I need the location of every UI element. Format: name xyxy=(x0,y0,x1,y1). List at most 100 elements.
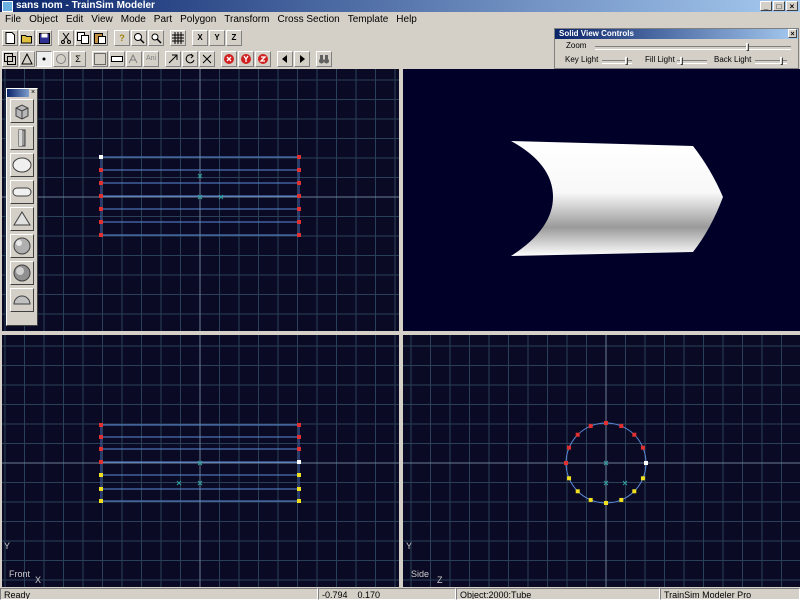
text-icon[interactable] xyxy=(126,51,142,67)
menu-file[interactable]: File xyxy=(2,12,26,27)
align-z-icon[interactable]: Z xyxy=(226,30,242,46)
minimize-button[interactable]: _ xyxy=(760,1,772,11)
viewport-solid[interactable] xyxy=(403,69,800,331)
key-light-slider-thumb[interactable] xyxy=(625,57,628,65)
menu-template[interactable]: Template xyxy=(345,12,394,27)
cone-icon[interactable] xyxy=(10,207,34,231)
vertex xyxy=(99,473,103,477)
ruler-icon[interactable] xyxy=(109,51,125,67)
side-view-label: Side xyxy=(411,569,430,579)
point-icon[interactable] xyxy=(36,51,52,67)
vertex xyxy=(575,489,580,494)
binoculars-icon[interactable] xyxy=(316,51,332,67)
menu-part[interactable]: Part xyxy=(151,12,177,27)
vertex xyxy=(297,487,301,491)
vertex xyxy=(297,207,301,211)
vertex xyxy=(567,476,572,481)
open-icon[interactable] xyxy=(19,30,35,46)
viewport-top[interactable] xyxy=(2,69,399,331)
front-view-canvas[interactable] xyxy=(2,335,399,587)
status-coords: -0.794 0.170 xyxy=(318,588,456,600)
tube-solid xyxy=(511,141,723,256)
scale-icon[interactable] xyxy=(199,51,215,67)
align-x-icon[interactable]: X xyxy=(192,30,208,46)
vertex xyxy=(99,435,103,439)
rotate-icon[interactable] xyxy=(182,51,198,67)
menu-object[interactable]: Object xyxy=(26,12,63,27)
select-box-icon[interactable] xyxy=(2,51,18,67)
vertex xyxy=(297,194,301,198)
select-dots-icon[interactable] xyxy=(92,51,108,67)
sphere-icon[interactable] xyxy=(10,234,34,258)
box-icon[interactable] xyxy=(10,99,34,123)
vertex xyxy=(567,445,572,450)
vertex xyxy=(575,432,580,437)
menu-transform[interactable]: Transform xyxy=(221,12,274,27)
palette-close-icon[interactable]: × xyxy=(29,89,37,97)
save-icon[interactable] xyxy=(36,30,52,46)
vertex xyxy=(99,181,103,185)
fill-light-slider[interactable] xyxy=(677,57,707,65)
hemisphere-icon[interactable] xyxy=(10,261,34,285)
viewport-front[interactable] xyxy=(2,335,399,587)
new-icon[interactable] xyxy=(2,30,18,46)
back-light-slider[interactable] xyxy=(755,57,787,65)
menu-polygon[interactable]: Polygon xyxy=(177,12,221,27)
zoom-out-icon[interactable] xyxy=(148,30,164,46)
viewport-side[interactable] xyxy=(403,335,800,587)
side-view-canvas[interactable] xyxy=(403,335,800,587)
arrow-icon[interactable] xyxy=(165,51,181,67)
next-icon[interactable] xyxy=(294,51,310,67)
circle-icon[interactable] xyxy=(53,51,69,67)
top-view-canvas[interactable] xyxy=(2,69,399,331)
vertex xyxy=(99,233,103,237)
zoom-slider[interactable] xyxy=(595,43,791,51)
close-icon[interactable]: × xyxy=(788,29,797,38)
toolbar-edit: Σ Ani xyxy=(2,49,333,69)
stop-y-icon[interactable] xyxy=(238,51,254,67)
vertex xyxy=(297,220,301,224)
copy-icon[interactable] xyxy=(75,30,91,46)
vertex xyxy=(99,168,103,172)
vertex xyxy=(297,435,301,439)
capsule-icon[interactable] xyxy=(10,180,34,204)
front-view-label: Front xyxy=(9,569,31,579)
prev-icon[interactable] xyxy=(277,51,293,67)
solid-view-canvas[interactable] xyxy=(403,69,800,331)
grid-icon[interactable] xyxy=(170,30,186,46)
toolbar-main: ? X Y Z xyxy=(2,28,243,48)
side-axis-z: Z xyxy=(437,575,443,585)
maximize-button[interactable]: □ xyxy=(773,1,785,11)
zoom-slider-thumb[interactable] xyxy=(746,43,749,51)
align-y-icon[interactable]: Y xyxy=(209,30,225,46)
cut-icon[interactable] xyxy=(58,30,74,46)
vertex xyxy=(564,461,568,465)
stop-x-icon[interactable] xyxy=(221,51,237,67)
sigma-icon[interactable]: Σ xyxy=(70,51,86,67)
key-light-slider[interactable] xyxy=(602,57,632,65)
help-icon[interactable]: ? xyxy=(114,30,130,46)
menu-mode[interactable]: Mode xyxy=(118,12,151,27)
ani-icon[interactable]: Ani xyxy=(143,51,159,67)
stop-z-icon[interactable] xyxy=(255,51,271,67)
triangle-icon[interactable] xyxy=(19,51,35,67)
half-sphere-icon[interactable] xyxy=(10,288,34,312)
zoom-in-icon[interactable] xyxy=(131,30,147,46)
cylinder-icon[interactable] xyxy=(10,126,34,150)
menu-view[interactable]: View xyxy=(88,12,118,27)
zoom-label: Zoom xyxy=(566,41,587,50)
back-light-slider-thumb[interactable] xyxy=(780,57,783,65)
menu-cross-section[interactable]: Cross Section xyxy=(274,12,344,27)
paste-icon[interactable] xyxy=(92,30,108,46)
vertex xyxy=(604,421,608,425)
vertex xyxy=(297,233,301,237)
menu-edit[interactable]: Edit xyxy=(63,12,88,27)
vertex xyxy=(632,489,637,494)
vertex xyxy=(99,460,103,464)
menu-help[interactable]: Help xyxy=(393,12,422,27)
vertex xyxy=(297,181,301,185)
status-text: Ready xyxy=(0,588,318,600)
ellipse-icon[interactable] xyxy=(10,153,34,177)
fill-light-slider-thumb[interactable] xyxy=(680,57,683,65)
close-button[interactable]: × xyxy=(786,1,798,11)
